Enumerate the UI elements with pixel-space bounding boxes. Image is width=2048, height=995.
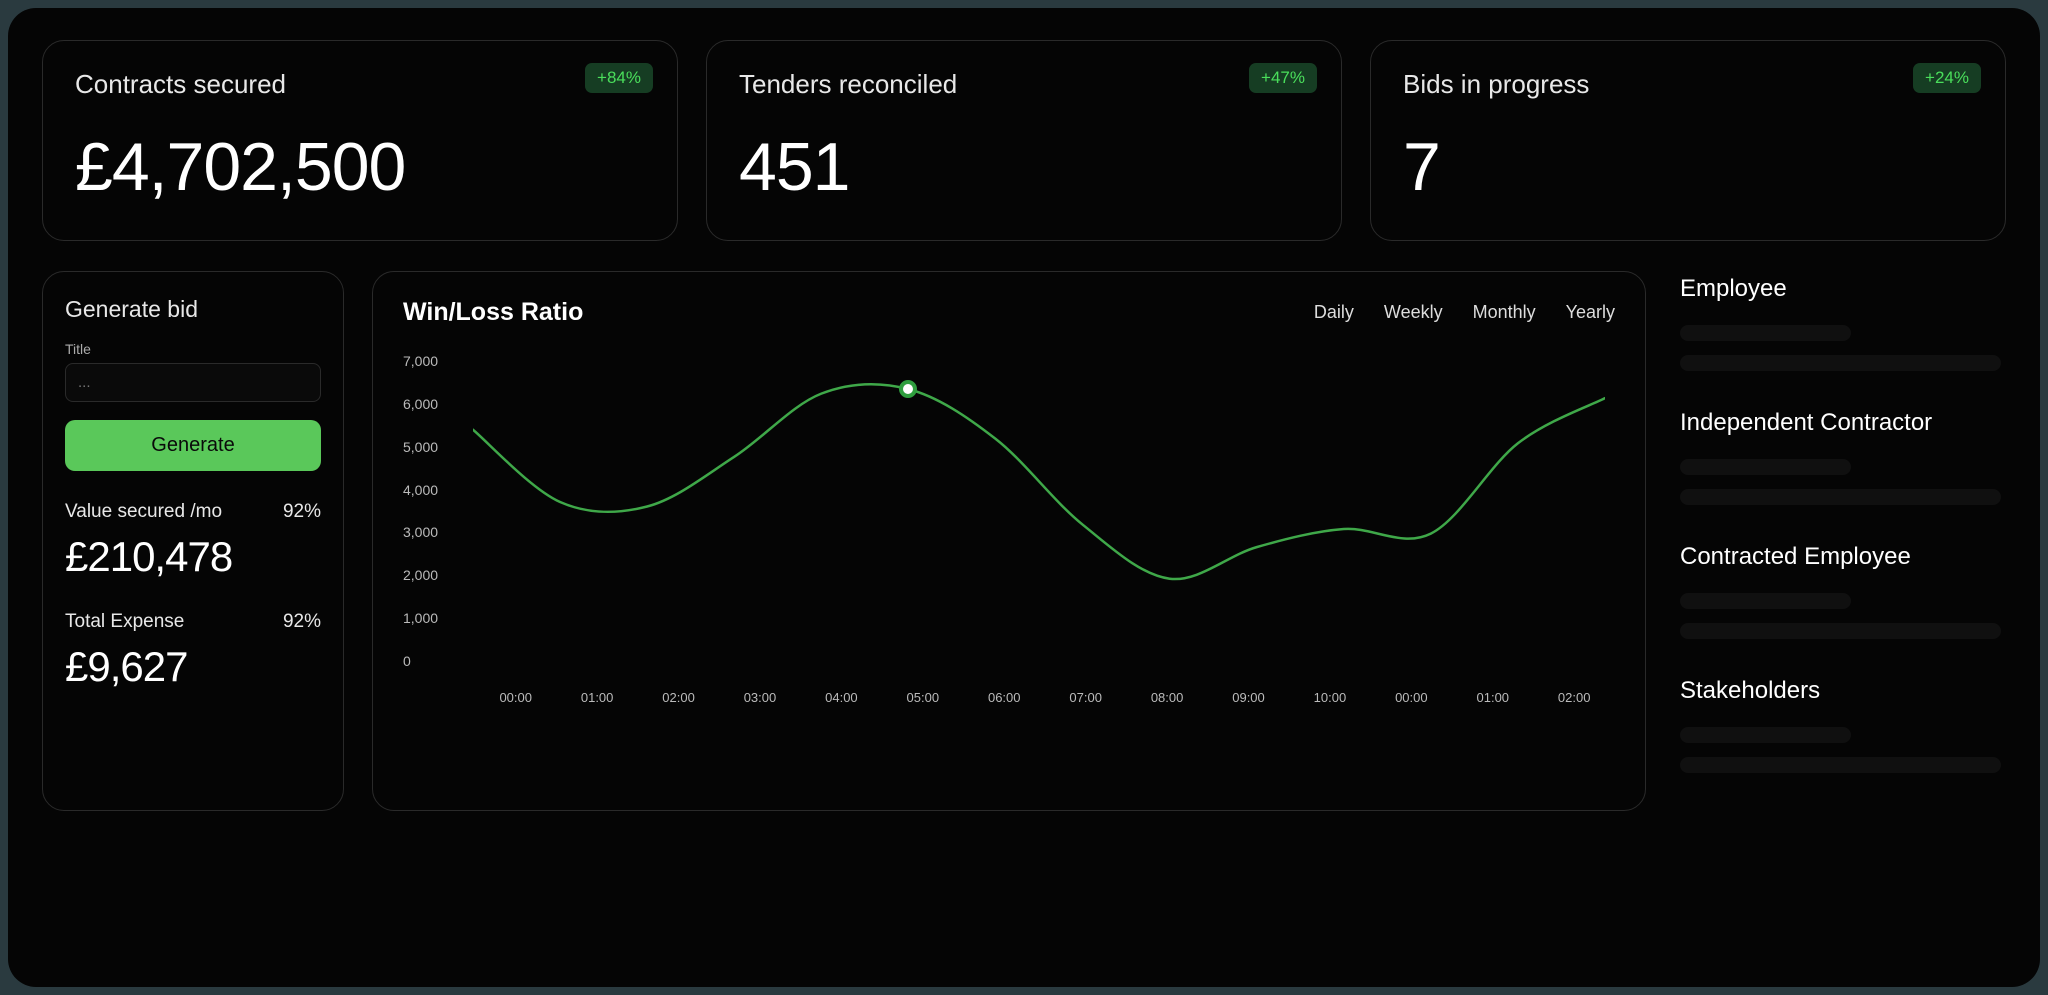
delta-badge: +84% <box>585 63 653 93</box>
card-title: Tenders reconciled <box>739 69 1309 100</box>
card-title: Bids in progress <box>1403 69 1973 100</box>
category-title: Stakeholders <box>1680 677 2004 705</box>
category-title: Employee <box>1680 275 2004 303</box>
category-title: Independent Contractor <box>1680 409 2004 437</box>
tab-daily[interactable]: Daily <box>1314 302 1354 323</box>
x-tick: 04:00 <box>801 690 882 705</box>
y-tick: 0 <box>403 653 438 669</box>
category-contracted-employee: Contracted Employee <box>1676 543 2004 639</box>
title-label: Title <box>65 341 321 357</box>
y-tick: 2,000 <box>403 567 438 583</box>
winloss-chart-card: Win/Loss Ratio Daily Weekly Monthly Year… <box>372 271 1646 811</box>
chart-data-marker <box>899 380 917 398</box>
placeholder-line <box>1680 593 1851 609</box>
x-tick: 08:00 <box>1126 690 1207 705</box>
placeholder-line <box>1680 623 2001 639</box>
delta-badge: +47% <box>1249 63 1317 93</box>
stat-value: £210,478 <box>65 533 321 581</box>
chart-tabs: Daily Weekly Monthly Yearly <box>1314 302 1615 323</box>
delta-badge: +24% <box>1913 63 1981 93</box>
stat-label: Value secured /mo <box>65 501 222 523</box>
x-tick: 00:00 <box>1371 690 1452 705</box>
placeholder-line <box>1680 757 2001 773</box>
placeholder-line <box>1680 489 2001 505</box>
card-value: 7 <box>1403 128 1973 206</box>
placeholder-line <box>1680 727 1851 743</box>
y-tick: 3,000 <box>403 524 438 540</box>
tab-yearly[interactable]: Yearly <box>1566 302 1615 323</box>
x-tick: 02:00 <box>1533 690 1614 705</box>
y-tick: 6,000 <box>403 396 438 412</box>
card-contracts-secured: Contracts secured +84% £4,702,500 <box>42 40 678 241</box>
stat-value-secured: Value secured /mo 92% £210,478 <box>65 501 321 581</box>
y-tick: 1,000 <box>403 610 438 626</box>
category-sidebar: Employee Independent Contractor Contract… <box>1674 271 2006 811</box>
card-tenders-reconciled: Tenders reconciled +47% 451 <box>706 40 1342 241</box>
y-axis-ticks: 7,000 6,000 5,000 4,000 3,000 2,000 1,000 0 <box>403 353 438 705</box>
tab-weekly[interactable]: Weekly <box>1384 302 1443 323</box>
category-title: Contracted Employee <box>1680 543 2004 571</box>
x-tick: 01:00 <box>556 690 637 705</box>
top-stat-row: Contracts secured +84% £4,702,500 Tender… <box>42 40 2006 241</box>
stat-pct: 92% <box>283 501 321 523</box>
chart-title: Win/Loss Ratio <box>403 298 583 327</box>
x-tick: 01:00 <box>1452 690 1533 705</box>
x-tick: 05:00 <box>882 690 963 705</box>
mid-row: Generate bid Title Generate Value secure… <box>42 271 2006 811</box>
x-axis-ticks: 00:0001:0002:0003:0004:0005:0006:0007:00… <box>475 690 1615 705</box>
card-value: 451 <box>739 128 1309 206</box>
y-tick: 5,000 <box>403 439 438 455</box>
card-title: Contracts secured <box>75 69 645 100</box>
generate-heading: Generate bid <box>65 296 321 323</box>
chart-plot-area <box>473 353 1605 669</box>
x-tick: 07:00 <box>1045 690 1126 705</box>
generate-bid-panel: Generate bid Title Generate Value secure… <box>42 271 344 811</box>
dashboard: Contracts secured +84% £4,702,500 Tender… <box>8 8 2040 987</box>
category-stakeholders: Stakeholders <box>1676 677 2004 773</box>
placeholder-line <box>1680 355 2001 371</box>
placeholder-line <box>1680 325 1851 341</box>
stat-value: £9,627 <box>65 643 321 691</box>
x-tick: 10:00 <box>1289 690 1370 705</box>
category-independent-contractor: Independent Contractor <box>1676 409 2004 505</box>
line-chart-svg <box>473 353 1605 669</box>
chart-body: 7,000 6,000 5,000 4,000 3,000 2,000 1,000 0 00:… <box>403 353 1615 705</box>
card-bids-in-progress: Bids in progress +24% 7 <box>1370 40 2006 241</box>
title-input[interactable] <box>65 363 321 402</box>
tab-monthly[interactable]: Monthly <box>1473 302 1536 323</box>
x-tick: 03:00 <box>719 690 800 705</box>
x-tick: 00:00 <box>475 690 556 705</box>
x-tick: 09:00 <box>1208 690 1289 705</box>
x-tick: 06:00 <box>964 690 1045 705</box>
category-employee: Employee <box>1676 275 2004 371</box>
stat-pct: 92% <box>283 611 321 633</box>
y-tick: 7,000 <box>403 353 438 369</box>
generate-button[interactable]: Generate <box>65 420 321 471</box>
placeholder-line <box>1680 459 1851 475</box>
stat-total-expense: Total Expense 92% £9,627 <box>65 611 321 691</box>
x-tick: 02:00 <box>638 690 719 705</box>
y-tick: 4,000 <box>403 482 438 498</box>
card-value: £4,702,500 <box>75 128 645 206</box>
stat-label: Total Expense <box>65 611 184 633</box>
